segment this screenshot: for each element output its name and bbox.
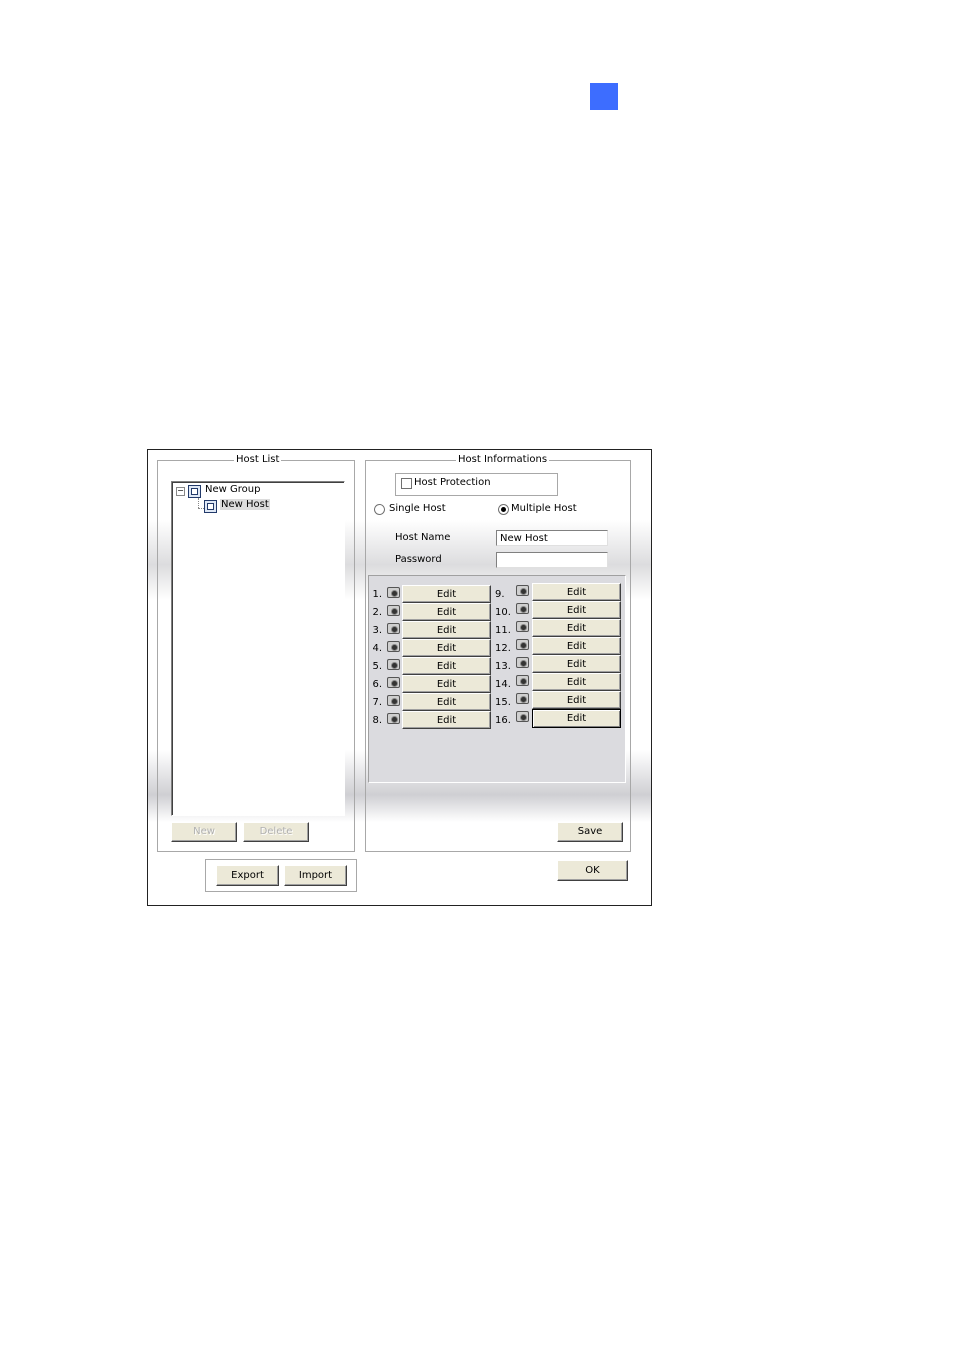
camera-icon: [516, 585, 529, 596]
camera-icon: [516, 675, 529, 686]
edit-camera-1-button[interactable]: Edit: [402, 585, 491, 603]
delete-button[interactable]: Delete: [243, 822, 309, 842]
edit-camera-2-button[interactable]: Edit: [402, 603, 491, 621]
camera-icon: [516, 657, 529, 668]
tree-connector: [198, 498, 199, 508]
camera-icon: [387, 641, 400, 652]
tree-item-label: New Group: [205, 484, 261, 495]
edit-camera-11-button[interactable]: Edit: [532, 619, 621, 637]
single-host-label: Single Host: [389, 503, 446, 514]
edit-camera-13-button[interactable]: Edit: [532, 655, 621, 673]
password-input[interactable]: [496, 552, 608, 568]
host-icon: [204, 500, 217, 513]
host-tree[interactable]: − New Group New Host: [171, 481, 345, 816]
import-button[interactable]: Import: [284, 865, 347, 886]
save-button[interactable]: Save: [557, 822, 623, 842]
camera-icon: [387, 605, 400, 616]
camera-number: 13.: [495, 661, 511, 672]
camera-icon: [516, 621, 529, 632]
camera-number: 1.: [372, 589, 382, 600]
collapse-icon[interactable]: −: [176, 487, 185, 496]
camera-number: 5.: [372, 661, 382, 672]
multiple-host-label: Multiple Host: [511, 503, 577, 514]
tree-item-new-host[interactable]: New Host: [220, 499, 270, 511]
edit-camera-3-button[interactable]: Edit: [402, 621, 491, 639]
camera-icon: [387, 713, 400, 724]
camera-icon: [387, 695, 400, 706]
host-name-input[interactable]: [496, 530, 608, 546]
camera-number: 12.: [495, 643, 511, 654]
edit-camera-9-button[interactable]: Edit: [532, 583, 621, 601]
camera-number: 9.: [495, 589, 505, 600]
camera-number: 7.: [372, 697, 382, 708]
edit-camera-14-button[interactable]: Edit: [532, 673, 621, 691]
camera-number: 2.: [372, 607, 382, 618]
group-icon: [188, 485, 201, 498]
camera-icon: [387, 623, 400, 634]
camera-number: 15.: [495, 697, 511, 708]
camera-icon: [387, 677, 400, 688]
tree-item-label: New Host: [220, 499, 270, 510]
host-list-title: Host List: [234, 454, 282, 466]
host-protection-checkbox[interactable]: [401, 478, 412, 489]
edit-camera-4-button[interactable]: Edit: [402, 639, 491, 657]
host-name-label: Host Name: [395, 532, 451, 543]
host-informations-title: Host Informations: [456, 454, 550, 466]
tree-item-new-group[interactable]: New Group: [205, 484, 260, 496]
camera-icon: [516, 603, 529, 614]
edit-camera-12-button[interactable]: Edit: [532, 637, 621, 655]
edit-camera-6-button[interactable]: Edit: [402, 675, 491, 693]
multiple-host-radio[interactable]: [498, 504, 509, 515]
camera-icon: [516, 711, 529, 722]
page-marker-square: [590, 83, 618, 110]
edit-camera-7-button[interactable]: Edit: [402, 693, 491, 711]
camera-number: 3.: [372, 625, 382, 636]
edit-camera-15-button[interactable]: Edit: [532, 691, 621, 709]
password-label: Password: [395, 554, 442, 565]
camera-number: 6.: [372, 679, 382, 690]
edit-camera-8-button[interactable]: Edit: [402, 711, 491, 729]
single-host-radio[interactable]: [374, 504, 385, 515]
camera-icon: [516, 639, 529, 650]
camera-icon: [387, 587, 400, 598]
new-button[interactable]: New: [171, 822, 237, 842]
camera-number: 8.: [372, 715, 382, 726]
edit-camera-16-button[interactable]: Edit: [532, 709, 621, 728]
export-button[interactable]: Export: [216, 865, 279, 886]
camera-icon: [387, 659, 400, 670]
camera-number: 10.: [495, 607, 511, 618]
edit-camera-10-button[interactable]: Edit: [532, 601, 621, 619]
camera-number: 16.: [495, 715, 511, 726]
camera-number: 14.: [495, 679, 511, 690]
camera-icon: [516, 693, 529, 704]
host-protection-label: Host Protection: [414, 477, 491, 488]
camera-number: 11.: [495, 625, 511, 636]
ok-button[interactable]: OK: [557, 860, 628, 881]
camera-number: 4.: [372, 643, 382, 654]
edit-camera-5-button[interactable]: Edit: [402, 657, 491, 675]
